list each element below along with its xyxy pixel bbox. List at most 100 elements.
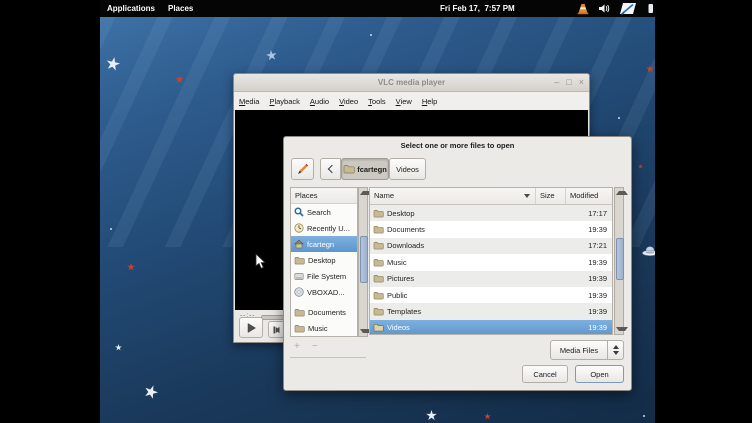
folder-icon <box>373 209 384 218</box>
sidebar-item-home[interactable]: fcartegn <box>291 236 357 252</box>
vlc-titlebar[interactable]: VLC media player – □ × <box>234 74 589 92</box>
dialog-title: Select one or more files to open <box>284 137 631 155</box>
combo-spinner[interactable] <box>607 341 623 359</box>
star-dot <box>370 34 372 36</box>
file-row-videos-selected[interactable]: Videos 19:39 <box>370 320 612 335</box>
folder-icon <box>373 225 384 234</box>
sidebar-item-label: Music <box>308 324 328 333</box>
file-row-documents[interactable]: Documents 19:39 <box>370 221 612 237</box>
file-row-public[interactable]: Public 19:39 <box>370 287 612 303</box>
sidebar-bottom-separator <box>290 357 366 358</box>
menu-media[interactable]: Media <box>239 97 259 106</box>
folder-icon <box>294 256 305 265</box>
sidebar-item-vboxadditions[interactable]: VBOXAD... <box>291 284 357 300</box>
maximize-button[interactable]: □ <box>566 74 571 91</box>
file-list: Name Size Modified Desktop 17:17 Documen… <box>369 187 613 335</box>
breadcrumb-home[interactable]: fcartegn <box>341 158 389 180</box>
star-dot <box>643 415 645 417</box>
star-dot <box>618 117 620 119</box>
disc-icon <box>294 287 304 297</box>
folder-icon <box>343 164 355 174</box>
spinner-up-icon <box>613 345 619 349</box>
minimize-button[interactable]: – <box>554 74 559 91</box>
file-list-scrollbar[interactable] <box>614 187 624 335</box>
filter-value: Media Files <box>551 346 607 355</box>
vlc-tray-icon[interactable] <box>577 3 589 15</box>
column-header-modified[interactable]: Modified <box>566 188 612 204</box>
sidebar-item-label: VBOXAD... <box>307 288 345 297</box>
sidebar-item-search[interactable]: Search <box>291 204 357 220</box>
file-row-music[interactable]: Music 19:39 <box>370 254 612 270</box>
pencil-icon <box>296 163 309 176</box>
folder-icon <box>373 291 384 300</box>
mouse-cursor <box>255 253 266 270</box>
star-sparkle <box>115 344 122 351</box>
add-bookmark-button[interactable]: + <box>294 341 312 352</box>
sidebar-item-label: Documents <box>308 308 346 317</box>
menu-video[interactable]: Video <box>339 97 358 106</box>
menu-playback[interactable]: Playback <box>269 97 299 106</box>
scroll-up-icon[interactable] <box>616 191 628 195</box>
type-location-button[interactable] <box>291 158 314 180</box>
cancel-button[interactable]: Cancel <box>522 365 568 383</box>
red-star <box>127 263 135 271</box>
sidebar-scrollbar-thumb[interactable] <box>360 236 368 283</box>
vm-screen: Applications Places Fri Feb 17, 7:57 PM <box>100 0 655 423</box>
vlc-window-title: VLC media player <box>234 74 589 91</box>
column-header-size[interactable]: Size <box>536 188 566 204</box>
places-menu[interactable]: Places <box>162 0 199 17</box>
close-button[interactable]: × <box>579 74 584 91</box>
menu-audio[interactable]: Audio <box>310 97 329 106</box>
pen-tray-icon[interactable] <box>619 2 639 16</box>
sidebar-item-desktop[interactable]: Desktop <box>291 252 357 268</box>
menu-tools[interactable]: Tools <box>368 97 386 106</box>
search-icon <box>294 207 304 217</box>
folder-icon <box>294 308 305 317</box>
star-sparkle <box>142 383 160 401</box>
star-sparkle <box>426 410 437 421</box>
menu-view[interactable]: View <box>396 97 412 106</box>
file-row-downloads[interactable]: Downloads 17:21 <box>370 238 612 254</box>
clipped-tray-icon[interactable] <box>648 3 653 14</box>
spinner-down-icon <box>613 351 619 355</box>
file-row-pictures[interactable]: Pictures 19:39 <box>370 271 612 287</box>
home-icon <box>294 239 304 249</box>
back-button[interactable] <box>320 158 341 180</box>
volume-icon[interactable] <box>598 3 610 14</box>
applications-menu[interactable]: Applications <box>101 0 161 17</box>
folder-icon <box>373 323 384 332</box>
clock-icon <box>294 223 304 233</box>
folder-icon <box>373 274 384 283</box>
sidebar-item-recent[interactable]: Recently U... <box>291 220 357 236</box>
scroll-down-icon[interactable] <box>616 327 628 331</box>
sidebar-item-documents[interactable]: Documents <box>291 304 357 320</box>
breadcrumb-videos[interactable]: Videos <box>389 158 426 180</box>
panel-clock[interactable]: Fri Feb 17, 7:57 PM <box>440 0 515 17</box>
sidebar-item-label: fcartegn <box>307 240 334 249</box>
folder-icon <box>373 307 384 316</box>
sidebar-item-label: Desktop <box>308 256 336 265</box>
column-header-name[interactable]: Name <box>370 188 536 204</box>
file-row-desktop[interactable]: Desktop 17:17 <box>370 205 612 221</box>
sidebar-item-filesystem[interactable]: File System <box>291 268 357 284</box>
play-button[interactable] <box>239 317 263 338</box>
folder-icon <box>373 258 384 267</box>
file-open-dialog: Select one or more files to open fcarteg… <box>283 136 632 391</box>
file-list-scrollbar-thumb[interactable] <box>616 238 624 280</box>
places-sidebar: Places Search Recently U... <box>290 187 358 337</box>
places-header: Places <box>291 188 357 204</box>
red-star <box>484 413 491 420</box>
file-row-templates[interactable]: Templates 19:39 <box>370 303 612 319</box>
sidebar-scrollbar[interactable] <box>358 187 368 337</box>
menu-help[interactable]: Help <box>422 97 437 106</box>
file-list-header: Name Size Modified <box>370 188 612 205</box>
sidebar-item-label: Search <box>307 208 331 217</box>
folder-icon <box>294 324 305 333</box>
ufo-graphic <box>642 245 655 259</box>
file-type-filter[interactable]: Media Files <box>550 340 624 360</box>
remove-bookmark-button[interactable]: − <box>312 341 330 352</box>
sidebar-item-music[interactable]: Music <box>291 320 357 336</box>
open-button[interactable]: Open <box>575 365 624 383</box>
sidebar-item-label: File System <box>307 272 346 281</box>
previous-icon <box>273 326 283 334</box>
